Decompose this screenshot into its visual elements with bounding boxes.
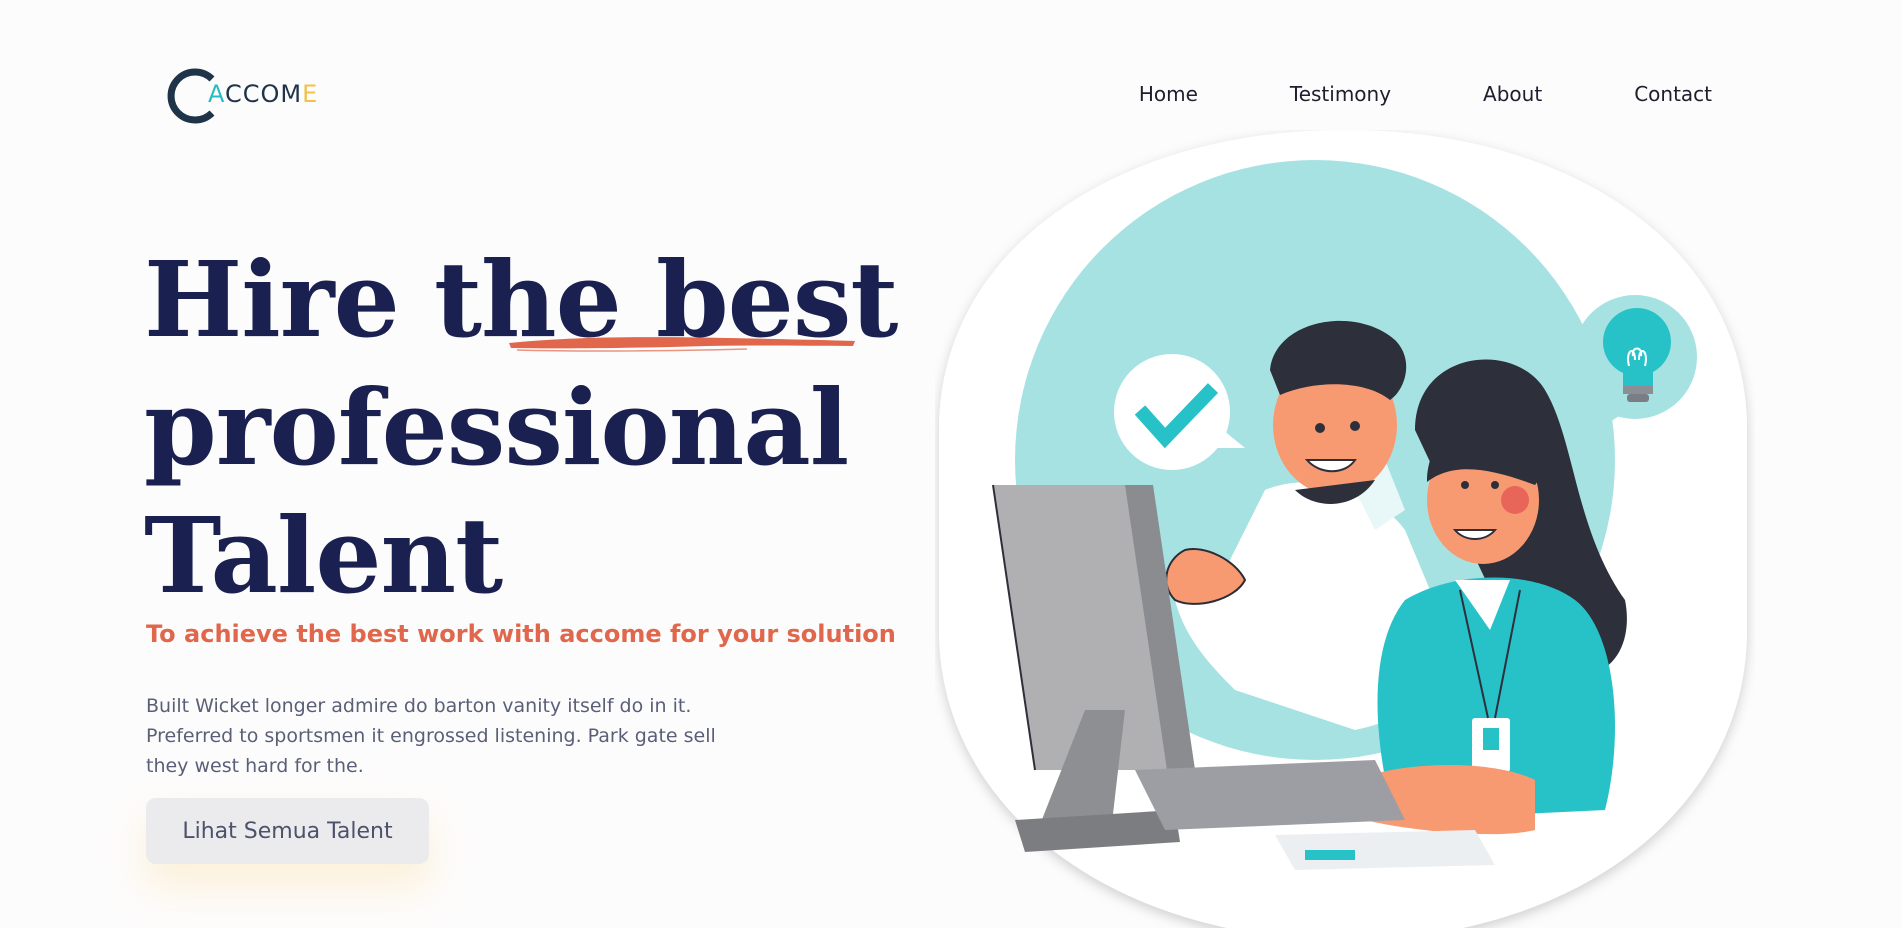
hero-headline: Hire the best professional Talent	[144, 236, 904, 620]
hero-tagline: To achieve the best work with accome for…	[146, 620, 896, 648]
headline-line-3: Talent	[144, 494, 503, 617]
landing-page: ACCOME Home Testimony About Contact Hire…	[0, 0, 1902, 928]
logo-letter-a: A	[208, 80, 225, 108]
logo-letter-e: E	[302, 80, 319, 108]
brand-logo[interactable]: ACCOME	[164, 66, 318, 126]
main-nav: Home Testimony About Contact	[1139, 82, 1712, 106]
hero-illustration	[939, 130, 1747, 928]
brush-underline-decoration	[509, 337, 855, 352]
nav-link-about[interactable]: About	[1483, 82, 1542, 106]
see-all-talent-button[interactable]: Lihat Semua Talent	[146, 798, 429, 864]
headline-line-2: professional	[144, 366, 849, 489]
hero-description: Built Wicket longer admire do barton van…	[146, 695, 716, 777]
logo-wordmark: ACCOME	[208, 80, 318, 108]
nav-link-home[interactable]: Home	[1139, 82, 1198, 106]
nav-link-contact[interactable]: Contact	[1634, 82, 1712, 106]
logo-letters-main: CCOM	[225, 80, 303, 108]
nav-link-testimony[interactable]: Testimony	[1290, 82, 1391, 106]
